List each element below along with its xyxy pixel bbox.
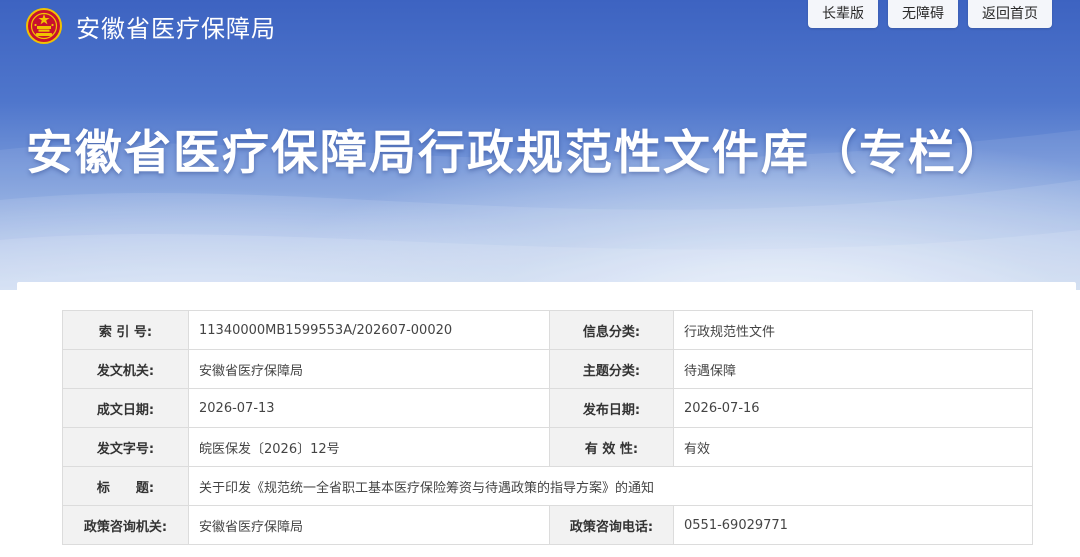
consult-org-label: 政策咨询机关:	[62, 505, 189, 545]
validity-value: 有效	[673, 427, 1033, 467]
created-date-label: 成文日期:	[62, 388, 189, 428]
info-category-label: 信息分类:	[549, 310, 674, 350]
title-value: 关于印发《规范统一全省职工基本医疗保险筹资与待遇政策的指导方案》的通知	[188, 466, 1033, 506]
consult-phone-value: 0551-69029771	[673, 505, 1033, 545]
index-no-label: 索 引 号:	[62, 310, 189, 350]
publish-date-label: 发布日期:	[549, 388, 674, 428]
validity-label: 有 效 性:	[549, 427, 674, 467]
doc-no-value: 皖医保发〔2026〕12号	[188, 427, 550, 467]
created-date-value: 2026-07-13	[188, 388, 550, 428]
national-emblem-icon	[26, 8, 62, 44]
doc-no-label: 发文字号:	[62, 427, 189, 467]
elderly-version-button[interactable]: 长辈版	[808, 0, 878, 28]
table-row: 成文日期: 2026-07-13 发布日期: 2026-07-16	[62, 388, 1033, 428]
table-row: 发文机关: 安徽省医疗保障局 主题分类: 待遇保障	[62, 349, 1033, 389]
accessibility-button[interactable]: 无障碍	[888, 0, 958, 28]
table-row: 发文字号: 皖医保发〔2026〕12号 有 效 性: 有效	[62, 427, 1033, 467]
table-row: 标 题: 关于印发《规范统一全省职工基本医疗保险筹资与待遇政策的指导方案》的通知	[62, 466, 1033, 506]
consult-phone-label: 政策咨询电话:	[549, 505, 674, 545]
document-metadata-table: 索 引 号: 11340000MB1599553A/202607-00020 信…	[62, 310, 1033, 545]
info-category-value: 行政规范性文件	[673, 310, 1033, 350]
table-row: 政策咨询机关: 安徽省医疗保障局 政策咨询电话: 0551-69029771	[62, 505, 1033, 545]
topic-value: 待遇保障	[673, 349, 1033, 389]
site-logo[interactable]: 安徽省医疗保障局	[26, 6, 276, 46]
return-home-button[interactable]: 返回首页	[968, 0, 1052, 28]
top-utility-bar: 长辈版 无障碍 返回首页	[808, 0, 1052, 28]
table-row: 索 引 号: 11340000MB1599553A/202607-00020 信…	[62, 310, 1033, 350]
consult-org-value: 安徽省医疗保障局	[188, 505, 550, 545]
site-name: 安徽省医疗保障局	[76, 14, 276, 43]
publish-date-value: 2026-07-16	[673, 388, 1033, 428]
title-label: 标 题:	[62, 466, 189, 506]
issuer-value: 安徽省医疗保障局	[188, 349, 550, 389]
issuer-label: 发文机关:	[62, 349, 189, 389]
hero-title: 安徽省医疗保障局行政规范性文件库（专栏）	[26, 126, 1006, 181]
topic-label: 主题分类:	[549, 349, 674, 389]
index-no-value: 11340000MB1599553A/202607-00020	[188, 310, 550, 350]
